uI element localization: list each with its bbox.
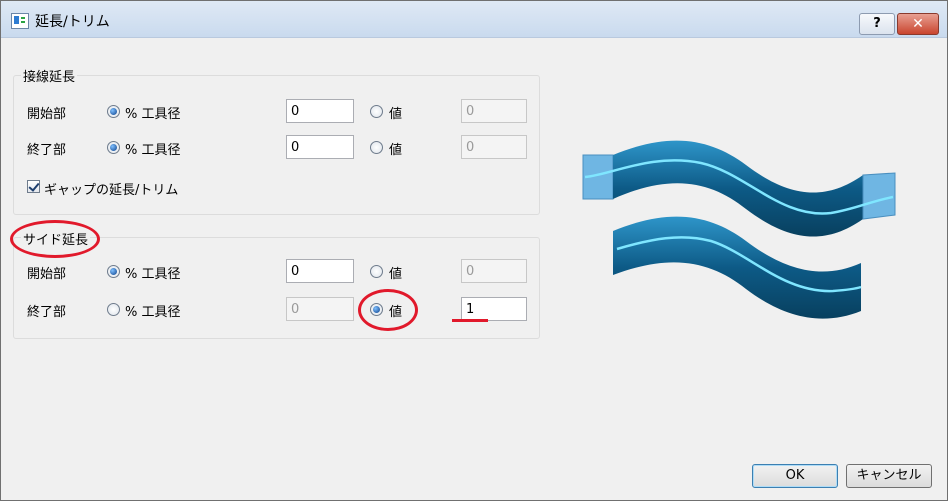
tangent-start-percent-radio[interactable] — [107, 105, 120, 118]
tangent-start-value-input[interactable] — [461, 99, 527, 123]
tangent-start-percent-input[interactable] — [286, 99, 354, 123]
annotation-underline-value — [452, 319, 488, 322]
tangent-end-percent-radio[interactable] — [107, 141, 120, 154]
tangent-end-percent-input[interactable] — [286, 135, 354, 159]
side-start-percent-input[interactable] — [286, 259, 354, 283]
side-start-value-input[interactable] — [461, 259, 527, 283]
extend-trim-dialog: 延長/トリム ? ✕ 接線延長 開始部 % 工具径 値 終了部 % 工具径 値 … — [0, 0, 948, 501]
side-start-label: 開始部 — [27, 267, 67, 282]
side-extension-group — [13, 237, 540, 339]
side-start-value-label: 値 — [389, 267, 403, 282]
tangent-start-value-label: 値 — [389, 107, 403, 122]
tangent-end-label: 終了部 — [27, 143, 67, 158]
side-end-percent-input[interactable] — [286, 297, 354, 321]
upper-end-extension — [862, 172, 896, 220]
side-end-percent-radio[interactable] — [107, 303, 120, 316]
upper-ribbon — [582, 140, 896, 237]
close-icon: ✕ — [912, 16, 924, 32]
extension-preview-illustration — [582, 140, 896, 319]
tangent-end-value-label: 値 — [389, 143, 403, 158]
side-start-value-radio[interactable] — [370, 265, 383, 278]
side-start-percent-radio[interactable] — [107, 265, 120, 278]
side-end-value-input[interactable] — [461, 297, 527, 321]
side-end-label: 終了部 — [27, 305, 67, 320]
tangent-end-value-radio[interactable] — [370, 141, 383, 154]
annotation-circle-value-radio — [358, 289, 418, 331]
cancel-button[interactable]: キャンセル — [846, 464, 932, 488]
title-bar: 延長/トリム ? ✕ — [1, 1, 947, 38]
gap-extend-trim-checkbox[interactable] — [27, 180, 40, 193]
app-icon — [11, 13, 29, 29]
tangent-end-value-input[interactable] — [461, 135, 527, 159]
tangent-start-label: 開始部 — [27, 107, 67, 122]
help-icon: ? — [873, 16, 881, 31]
tangent-start-percent-label: % 工具径 — [125, 107, 181, 122]
side-start-percent-label: % 工具径 — [125, 267, 181, 282]
tangent-extension-title: 接線延長 — [21, 66, 78, 85]
ok-button[interactable]: OK — [752, 464, 838, 488]
dialog-title: 延長/トリム — [35, 14, 110, 30]
tangent-end-percent-label: % 工具径 — [125, 143, 181, 158]
close-button[interactable]: ✕ — [897, 13, 939, 35]
help-button[interactable]: ? — [859, 13, 895, 35]
gap-extend-trim-label: ギャップの延長/トリム — [44, 183, 179, 198]
side-end-percent-label: % 工具径 — [125, 305, 181, 320]
annotation-circle-side-title — [10, 220, 100, 258]
tangent-start-value-radio[interactable] — [370, 105, 383, 118]
